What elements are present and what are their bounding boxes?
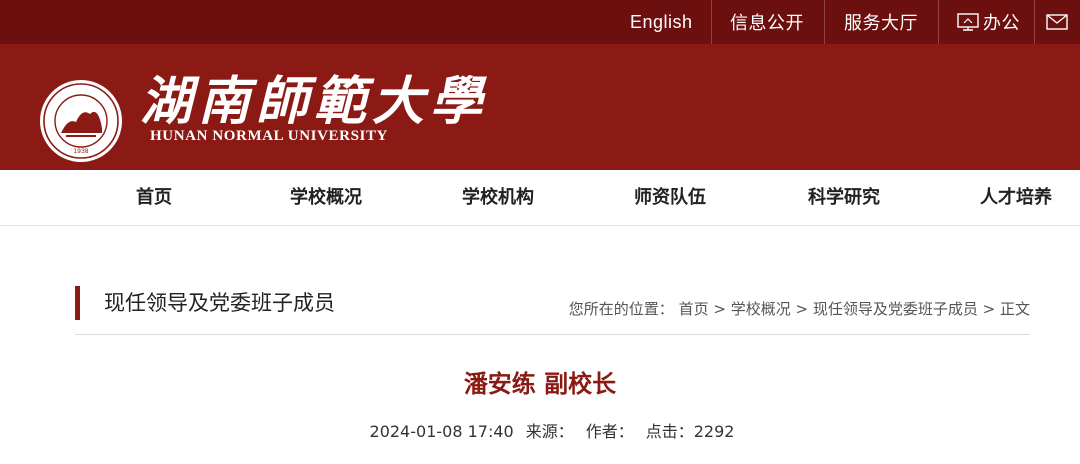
office-label: 办公: [983, 13, 1020, 34]
breadcrumb-home[interactable]: 首页: [679, 300, 709, 318]
top-utility-bar: English 信息公开 服务大厅 办公: [0, 0, 1080, 44]
breadcrumb-current: 正文: [999, 300, 1030, 318]
nav-item-home[interactable]: 首页: [136, 170, 172, 226]
divider: [824, 0, 825, 44]
breadcrumb-overview[interactable]: 学校概况: [731, 300, 791, 318]
info-public-link[interactable]: 信息公开: [730, 0, 804, 44]
divider: [1034, 0, 1035, 44]
article-date: 2024-01-08 17:40: [369, 422, 514, 441]
service-hall-link[interactable]: 服务大厅: [844, 0, 918, 44]
article-source-label: 来源：: [525, 422, 574, 441]
breadcrumb-separator: >: [795, 300, 813, 318]
university-name-en: HUNAN NORMAL UNIVERSITY: [150, 128, 388, 144]
breadcrumb-prefix: 您所在的位置：: [568, 300, 674, 318]
section-title: 现任领导及党委班子成员: [104, 291, 335, 315]
breadcrumb-separator: >: [982, 300, 1000, 318]
nav-item-education[interactable]: 人才培养: [980, 170, 1052, 226]
nav-item-overview[interactable]: 学校概况: [290, 170, 362, 226]
article-author-label: 作者：: [585, 422, 634, 441]
breadcrumb: 您所在的位置： 首页 > 学校概况 > 现任领导及党委班子成员 > 正文: [569, 298, 1030, 320]
mail-icon: [1046, 14, 1068, 30]
divider: [711, 0, 712, 44]
svg-text:1938: 1938: [73, 148, 88, 155]
breadcrumb-leaders[interactable]: 现任领导及党委班子成员: [813, 300, 978, 318]
main-nav: 首页 学校概况 学校机构 师资队伍 科学研究 人才培养: [0, 170, 1080, 226]
university-seal-logo[interactable]: 1938: [38, 78, 124, 164]
header-banner: 1938 湖南師範大學 HUNAN NORMAL UNIVERSITY: [0, 44, 1080, 170]
article-title: 潘安练 副校长: [463, 370, 617, 398]
article-clicks-label: 点击：: [645, 422, 694, 441]
section-accent-bar: [75, 286, 80, 320]
article-meta: 2024-01-08 17:40 来源： 作者： 点击：2292: [0, 420, 1080, 444]
nav-item-research[interactable]: 科学研究: [808, 170, 880, 226]
office-link[interactable]: 办公: [957, 0, 1020, 44]
nav-item-organizations[interactable]: 学校机构: [462, 170, 534, 226]
monitor-icon: [957, 13, 979, 31]
mail-link[interactable]: [1046, 0, 1072, 44]
section-divider: [75, 334, 1030, 335]
article-clicks-value: 2292: [693, 422, 735, 441]
divider: [938, 0, 939, 44]
breadcrumb-separator: >: [713, 300, 731, 318]
english-link[interactable]: English: [630, 0, 693, 44]
university-name-cn: 湖南師範大學: [140, 71, 489, 132]
nav-item-faculty[interactable]: 师资队伍: [634, 170, 706, 226]
article-clicks: 点击：2292: [646, 422, 735, 441]
